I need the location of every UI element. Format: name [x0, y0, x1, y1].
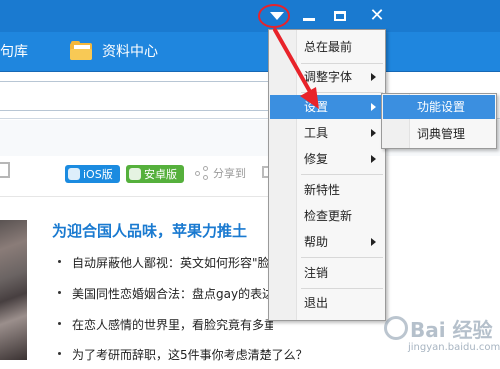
- menu-item-label: 设置: [304, 100, 329, 114]
- menu-item-label: 退出: [304, 296, 329, 310]
- folder-icon: [70, 41, 94, 61]
- toolbar-item-ju-label: 句库: [0, 44, 28, 60]
- toolbar-item-resources-label: 资料中心: [102, 44, 158, 60]
- menu-item-label: 修复: [304, 152, 329, 166]
- divider: [0, 196, 270, 197]
- annotation-circle: [258, 4, 290, 28]
- menu-separator: [301, 257, 383, 258]
- menu-separator: [301, 92, 383, 93]
- main-toolbar: 句库 资料中心: [0, 32, 500, 72]
- android-version-label: 安卓版: [144, 168, 177, 181]
- menu-item-label: 工具: [304, 126, 329, 140]
- submenu-arrow-icon: [371, 238, 376, 246]
- baidu-jingyan-watermark: Bai 经验 jingyan.baidu.com: [380, 312, 500, 362]
- submenu-item-feature-settings[interactable]: 功能设置: [383, 95, 495, 119]
- menu-item-adjust-font[interactable]: 调整字体: [270, 65, 384, 89]
- close-icon: ✕: [369, 5, 385, 26]
- menu-item-label: 调整字体: [304, 70, 353, 84]
- news-item-text: 在恋人感情的世界里，看脸究竟有多重要？: [72, 318, 273, 332]
- menu-item-new-features[interactable]: 新特性: [270, 178, 384, 202]
- submenu-arrow-icon: [371, 129, 376, 137]
- menu-item-exit[interactable]: 退出: [270, 291, 384, 315]
- maximize-icon: [334, 11, 346, 21]
- share-link[interactable]: 分享到: [195, 165, 246, 181]
- submenu-arrow-icon: [371, 103, 376, 111]
- news-item-text: 为了考研而辞职，这5件事你考虑清楚了么？: [72, 348, 308, 362]
- menu-item-settings[interactable]: 设置: [270, 95, 384, 119]
- android-version-badge[interactable]: 安卓版: [126, 165, 184, 183]
- menu-item-tools[interactable]: 工具: [270, 121, 384, 145]
- news-item[interactable]: 在恋人感情的世界里，看脸究竟有多重要？: [58, 316, 273, 333]
- article-thumbnail[interactable]: [0, 220, 27, 360]
- menu-item-label: 帮助: [304, 235, 329, 249]
- menu-item-label: 检查更新: [304, 209, 353, 223]
- article-headline[interactable]: 为迎合国人品味，苹果力推土: [52, 220, 247, 241]
- menu-item-logout[interactable]: 注销: [270, 261, 384, 285]
- ios-version-badge[interactable]: iOS版: [65, 165, 120, 183]
- android-icon: [129, 168, 141, 180]
- minimize-icon: [303, 17, 315, 21]
- menu-item-label: 新特性: [304, 183, 341, 197]
- paw-icon: [384, 316, 408, 340]
- apple-icon: [68, 168, 80, 180]
- share-label: 分享到: [213, 167, 246, 180]
- submenu-item-label: 功能设置: [417, 100, 466, 114]
- menu-item-help[interactable]: 帮助: [270, 230, 384, 254]
- menu-item-always-on-top[interactable]: 总在最前: [270, 35, 384, 59]
- submenu-arrow-icon: [371, 155, 376, 163]
- news-item[interactable]: 为了考研而辞职，这5件事你考虑清楚了么？: [58, 346, 308, 363]
- watermark-brand: Bai 经验: [410, 318, 493, 342]
- watermark-url: jingyan.baidu.com: [408, 342, 500, 353]
- news-item[interactable]: 自动屏蔽他人鄙视：英文如何形容"脸: [58, 254, 273, 271]
- submenu-item-label: 词典管理: [417, 127, 466, 141]
- partial-glyph: [0, 162, 10, 178]
- menu-item-label: 总在最前: [304, 40, 353, 54]
- close-button[interactable]: ✕: [365, 5, 389, 27]
- news-item-text: 美国同性恋婚姻合法：盘点gay的表达: [72, 287, 273, 301]
- submenu-arrow-icon: [371, 73, 376, 81]
- share-icon: [195, 166, 209, 180]
- menu-item-repair[interactable]: 修复: [270, 147, 384, 171]
- search-input[interactable]: [0, 81, 272, 111]
- main-context-menu: 总在最前 调整字体 设置 工具 修复 新特性 检查更新 帮助 注销 退出: [268, 29, 386, 321]
- toolbar-item-ju[interactable]: 句库: [0, 40, 28, 62]
- news-item-text: 自动屏蔽他人鄙视：英文如何形容"脸: [72, 256, 270, 270]
- title-bar: [0, 0, 500, 32]
- ios-version-label: iOS版: [83, 168, 113, 181]
- menu-separator: [301, 63, 383, 64]
- minimize-button[interactable]: [297, 5, 321, 27]
- news-item[interactable]: 美国同性恋婚姻合法：盘点gay的表达: [58, 285, 273, 302]
- maximize-button[interactable]: [328, 5, 352, 27]
- settings-submenu: 功能设置 词典管理: [381, 93, 497, 149]
- menu-separator: [301, 288, 383, 289]
- toolbar-item-resources[interactable]: 资料中心: [70, 40, 158, 62]
- menu-item-label: 注销: [304, 266, 329, 280]
- menu-item-check-update[interactable]: 检查更新: [270, 204, 384, 228]
- submenu-item-dictionary-manage[interactable]: 词典管理: [383, 122, 495, 146]
- menu-separator: [301, 174, 383, 175]
